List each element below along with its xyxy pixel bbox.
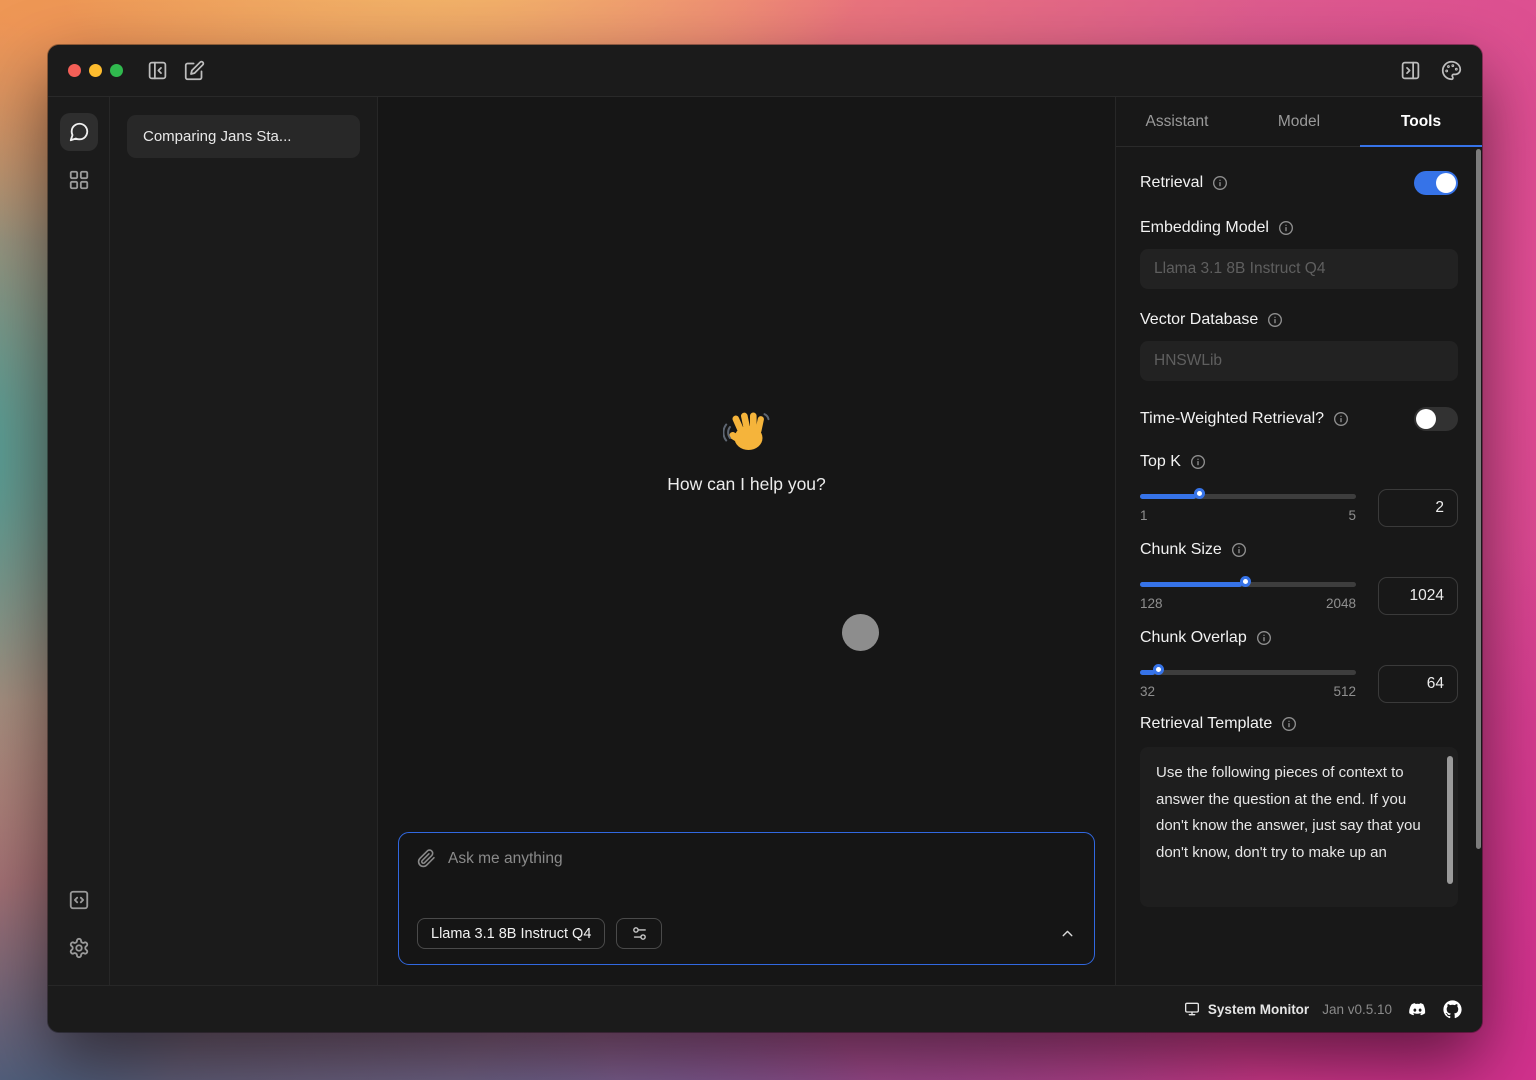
collapse-input-button[interactable] xyxy=(1059,925,1076,942)
panel-scrollbar[interactable] xyxy=(1476,149,1481,849)
empty-state: How can I help you? xyxy=(378,410,1115,495)
chunk-overlap-slider[interactable] xyxy=(1140,670,1356,675)
time-weighted-toggle[interactable] xyxy=(1414,407,1458,431)
waving-hand-emoji xyxy=(723,410,771,458)
grid-icon xyxy=(68,169,90,191)
chat-bubble-icon xyxy=(68,121,90,143)
minimize-button[interactable] xyxy=(89,64,102,77)
embedding-model-label: Embedding Model xyxy=(1140,219,1269,237)
embedding-model-input[interactable]: Llama 3.1 8B Instruct Q4 xyxy=(1140,249,1458,289)
chunk-overlap-value-input[interactable]: 64 xyxy=(1378,665,1458,703)
info-icon[interactable] xyxy=(1256,630,1272,646)
chunk-size-max: 2048 xyxy=(1326,596,1356,611)
chunk-overlap-max: 512 xyxy=(1333,684,1356,699)
attachment-paperclip-icon[interactable] xyxy=(417,849,436,868)
collapse-left-panel-button[interactable] xyxy=(147,60,168,81)
panel-left-icon xyxy=(147,60,168,81)
chat-area: How can I help you? Ask me anything Llam… xyxy=(378,97,1115,985)
left-rail xyxy=(48,97,110,985)
discord-link[interactable] xyxy=(1408,1000,1427,1019)
right-panel: Assistant Model Tools Retrieval Embeddin… xyxy=(1115,97,1482,985)
theme-button[interactable] xyxy=(1441,60,1462,81)
close-button[interactable] xyxy=(68,64,81,77)
info-icon[interactable] xyxy=(1267,312,1283,328)
system-monitor-button[interactable]: System Monitor xyxy=(1184,1001,1309,1017)
chunk-size-value-input[interactable]: 1024 xyxy=(1378,577,1458,615)
github-link[interactable] xyxy=(1443,1000,1462,1019)
traffic-lights xyxy=(68,64,123,77)
chunk-overlap-label: Chunk Overlap xyxy=(1140,629,1247,647)
chunk-size-min: 128 xyxy=(1140,596,1163,611)
slider-thumb[interactable] xyxy=(1194,488,1205,499)
retrieval-template-text: Use the following pieces of context to a… xyxy=(1156,764,1421,861)
chunk-size-label: Chunk Size xyxy=(1140,541,1222,559)
retrieval-label: Retrieval xyxy=(1140,174,1203,192)
github-icon xyxy=(1443,1000,1462,1019)
model-settings-button[interactable] xyxy=(616,918,662,949)
app-window: Comparing Jans Sta... xyxy=(48,45,1482,1032)
chunk-size-slider[interactable] xyxy=(1140,582,1356,587)
info-icon[interactable] xyxy=(1333,411,1349,427)
chunk-overlap-min: 32 xyxy=(1140,684,1155,699)
zoom-button[interactable] xyxy=(110,64,123,77)
info-icon[interactable] xyxy=(1212,175,1228,191)
vector-database-input[interactable]: HNSWLib xyxy=(1140,341,1458,381)
system-monitor-label: System Monitor xyxy=(1208,1002,1309,1017)
slider-thumb[interactable] xyxy=(1153,664,1164,675)
top-k-slider[interactable] xyxy=(1140,494,1356,499)
vector-database-label: Vector Database xyxy=(1140,311,1258,329)
info-icon[interactable] xyxy=(1281,716,1297,732)
tab-model[interactable]: Model xyxy=(1238,97,1360,146)
titlebar xyxy=(48,45,1482,97)
toggle-right-panel-button[interactable] xyxy=(1400,60,1421,81)
time-weighted-label: Time-Weighted Retrieval? xyxy=(1140,410,1324,428)
slider-thumb[interactable] xyxy=(1240,576,1251,587)
nav-settings-button[interactable] xyxy=(60,929,98,967)
cursor-dot xyxy=(842,614,879,651)
thread-list-item[interactable]: Comparing Jans Sta... xyxy=(127,115,360,158)
panel-right-icon xyxy=(1400,60,1421,81)
code-window-icon xyxy=(68,889,90,911)
model-selector-button[interactable]: Llama 3.1 8B Instruct Q4 xyxy=(417,918,605,949)
nav-local-api-button[interactable] xyxy=(60,881,98,919)
model-selector-label: Llama 3.1 8B Instruct Q4 xyxy=(431,926,591,942)
info-icon[interactable] xyxy=(1190,454,1206,470)
app-version: Jan v0.5.10 xyxy=(1322,1002,1392,1017)
palette-icon xyxy=(1441,60,1462,81)
nav-threads-button[interactable] xyxy=(60,113,98,151)
tab-tools[interactable]: Tools xyxy=(1360,97,1482,146)
chat-input-box[interactable]: Ask me anything Llama 3.1 8B Instruct Q4 xyxy=(398,832,1095,965)
chevron-up-icon xyxy=(1059,925,1076,942)
retrieval-toggle[interactable] xyxy=(1414,171,1458,195)
gear-icon xyxy=(68,937,90,959)
discord-icon xyxy=(1408,1000,1427,1019)
message-input[interactable]: Ask me anything xyxy=(448,850,563,868)
thread-title: Comparing Jans Sta... xyxy=(143,128,291,145)
panel-tabs: Assistant Model Tools xyxy=(1116,97,1482,147)
info-icon[interactable] xyxy=(1231,542,1247,558)
tab-assistant[interactable]: Assistant xyxy=(1116,97,1238,146)
top-k-max: 5 xyxy=(1348,508,1356,523)
textarea-scrollbar[interactable] xyxy=(1447,756,1453,884)
info-icon[interactable] xyxy=(1278,220,1294,236)
status-bar: System Monitor Jan v0.5.10 xyxy=(48,985,1482,1032)
retrieval-template-textarea[interactable]: Use the following pieces of context to a… xyxy=(1140,747,1458,907)
new-thread-button[interactable] xyxy=(184,60,205,81)
top-k-min: 1 xyxy=(1140,508,1148,523)
edit-pencil-icon xyxy=(184,60,205,81)
nav-hub-button[interactable] xyxy=(60,161,98,199)
greeting-text: How can I help you? xyxy=(667,474,826,495)
tools-panel-content: Retrieval Embedding Model Llama 3.1 8B I… xyxy=(1116,147,1482,985)
top-k-value-input[interactable]: 2 xyxy=(1378,489,1458,527)
top-k-label: Top K xyxy=(1140,453,1181,471)
retrieval-template-label: Retrieval Template xyxy=(1140,715,1272,733)
sliders-icon xyxy=(631,925,648,942)
thread-list: Comparing Jans Sta... xyxy=(110,97,378,985)
monitor-icon xyxy=(1184,1001,1200,1017)
